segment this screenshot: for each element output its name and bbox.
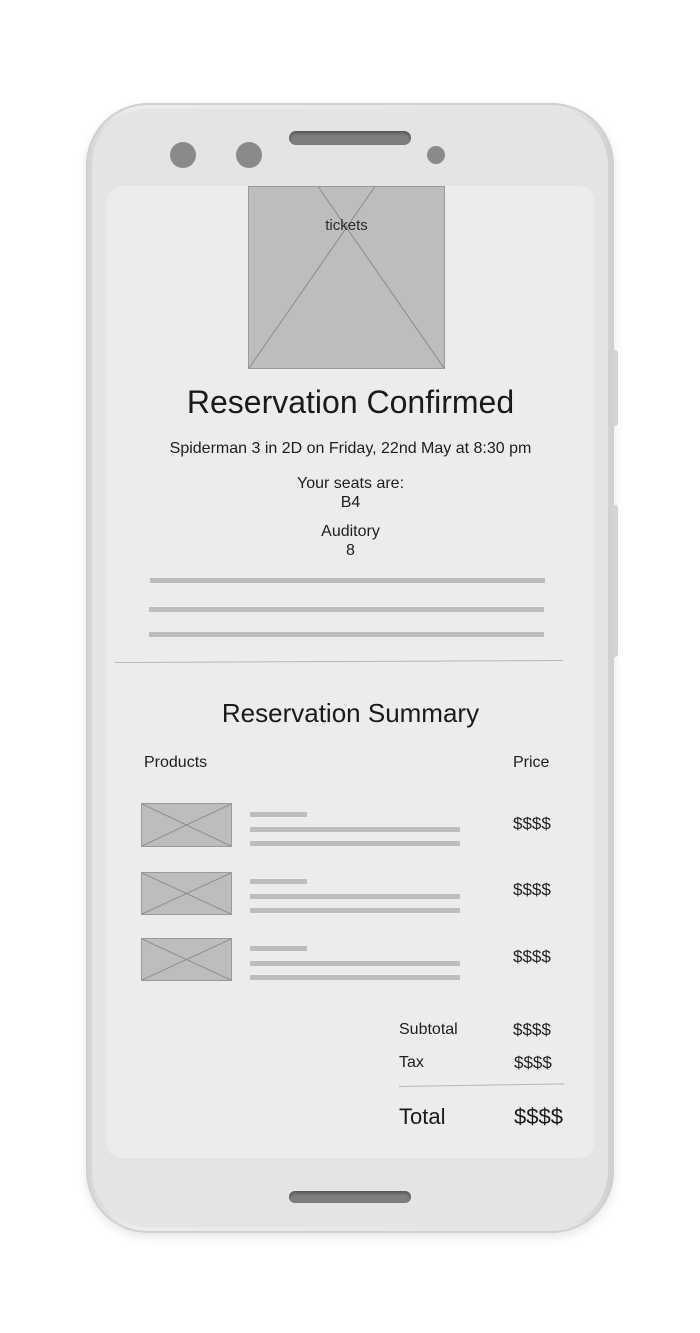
item-price: $$$$ (513, 880, 551, 899)
product-title-placeholder (250, 946, 307, 951)
seats-label: Your seats are: (296, 475, 405, 492)
auditory-value: 8 (346, 542, 355, 559)
image-placeholder-icon (142, 873, 231, 914)
seats-value: B4 (340, 494, 361, 511)
totals-divider (398, 1083, 564, 1087)
bottom-speaker (289, 1191, 411, 1203)
auditory-label: Auditory (321, 523, 380, 540)
tax-value: $$$$ (514, 1053, 552, 1072)
total-value: $$$$ (514, 1104, 563, 1129)
product-text-placeholder (250, 975, 460, 980)
front-camera-icon (236, 142, 262, 168)
product-text-placeholder (250, 894, 460, 899)
product-text-placeholder (250, 827, 460, 832)
total-label: Total (399, 1104, 446, 1129)
tickets-image-placeholder: tickets (248, 186, 445, 369)
proximity-sensor-icon (427, 146, 445, 164)
image-placeholder-icon (249, 187, 444, 368)
image-placeholder-icon (142, 939, 231, 980)
product-text-placeholder (250, 908, 460, 913)
item-price: $$$$ (513, 814, 551, 833)
tickets-image-label: tickets (325, 217, 368, 234)
text-placeholder-line (149, 607, 544, 612)
product-title-placeholder (250, 879, 307, 884)
subtotal-value: $$$$ (513, 1020, 551, 1039)
price-header: Price (513, 754, 550, 771)
product-text-placeholder (250, 841, 460, 846)
app-screen: tickets Reservation Confirmed Spiderman … (107, 186, 594, 1158)
summary-title: Reservation Summary (221, 698, 480, 728)
product-thumbnail (141, 938, 232, 981)
product-thumbnail (141, 803, 232, 847)
products-header: Products (144, 754, 208, 771)
volume-button (612, 505, 618, 657)
tax-label: Tax (399, 1054, 424, 1071)
product-title-placeholder (250, 812, 307, 817)
item-price: $$$$ (513, 947, 551, 966)
earpiece-speaker (289, 131, 411, 145)
subtotal-label: Subtotal (399, 1021, 458, 1038)
section-divider (114, 660, 563, 663)
product-thumbnail (141, 872, 232, 915)
text-placeholder-line (149, 632, 544, 637)
confirmation-title: Reservation Confirmed (186, 384, 515, 420)
movie-details: Spiderman 3 in 2D on Friday, 22nd May at… (169, 440, 532, 457)
text-placeholder-line (150, 578, 545, 583)
front-sensor-icon (170, 142, 196, 168)
product-text-placeholder (250, 961, 460, 966)
power-button (612, 350, 618, 426)
image-placeholder-icon (142, 804, 231, 846)
